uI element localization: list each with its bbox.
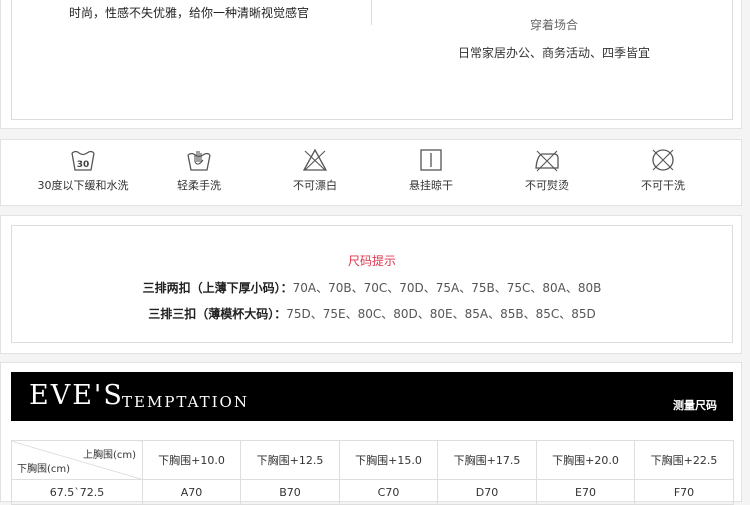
tagline: 时尚，性感不失优雅，给你一种清晰视觉感官	[69, 6, 310, 20]
size-tips-row-1: 三排两扣（上薄下厚小码）：70A、70B、70C、70D、75A、75B、75C…	[12, 279, 732, 296]
care-label: 悬挂晾干	[409, 179, 453, 192]
table-cell: E70	[536, 479, 635, 505]
intro-panel: 时尚，性感不失优雅，给你一种清晰视觉感官 穿着场合 日常家居办公、商务活动、四季…	[0, 0, 742, 129]
brand-banner: EVE'S TEMPTATION 测量尺码	[11, 372, 733, 421]
care-label: 30度以下缓和水洗	[37, 179, 129, 192]
table-row-range: 67.5`72.5	[11, 479, 143, 505]
table-header: 下胸围+22.5	[634, 440, 734, 480]
table-header: 下胸围+15.0	[339, 440, 438, 480]
row-1-label: 三排两扣（上薄下厚小码）：	[142, 281, 293, 295]
hand-wash-icon	[187, 151, 211, 171]
care-item-wash-30: 30 30度以下缓和水洗	[25, 148, 141, 193]
divider	[371, 0, 372, 25]
table-header: 下胸围+10.0	[142, 440, 241, 480]
wash-30-icon: 30	[71, 150, 95, 171]
size-tips-panel: 尺码提示 三排两扣（上薄下厚小码）：70A、70B、70C、70D、75A、75…	[0, 215, 742, 354]
corner-top-label: 上胸围(cm)	[82, 450, 136, 461]
care-label: 不可漂白	[293, 179, 337, 192]
table-header-row: 上胸围(cm) 下胸围(cm) 下胸围+10.0 下胸围+12.5 下胸围+15…	[11, 440, 734, 480]
care-panel: 30 30度以下缓和水洗 轻柔手洗 不可漂白 悬挂晾干 不可熨烫 不可干洗	[0, 139, 742, 206]
no-bleach-icon	[302, 148, 328, 171]
care-item-no-bleach: 不可漂白	[257, 148, 373, 193]
no-dry-clean-icon	[652, 149, 674, 171]
size-chart-panel: EVE'S TEMPTATION 测量尺码 上胸围(cm) 下胸围(cm) 下胸…	[0, 362, 742, 505]
care-item-no-iron: 不可熨烫	[489, 148, 605, 193]
size-table: 上胸围(cm) 下胸围(cm) 下胸围+10.0 下胸围+12.5 下胸围+15…	[11, 440, 734, 505]
care-label: 不可干洗	[641, 179, 685, 192]
measure-size-label: 测量尺码	[673, 399, 717, 412]
care-item-no-dry-clean: 不可干洗	[605, 148, 721, 193]
corner-bottom-label: 下胸围(cm)	[17, 464, 71, 475]
care-item-hang-dry: 悬挂晾干	[373, 148, 489, 193]
care-item-hand-wash: 轻柔手洗	[141, 148, 257, 193]
table-row: 67.5`72.5 A70 B70 C70 D70 E70 F70	[11, 479, 734, 505]
table-corner-cell: 上胸围(cm) 下胸围(cm)	[11, 440, 143, 480]
row-2-values: 75D、75E、80C、80D、80E、85A、85B、85C、85D	[286, 307, 596, 321]
size-tips-title: 尺码提示	[347, 254, 396, 268]
care-label: 不可熨烫	[525, 179, 569, 192]
care-label: 轻柔手洗	[177, 179, 221, 192]
table-cell: B70	[240, 479, 340, 505]
brand-logo-sub: TEMPTATION	[122, 393, 249, 411]
occasion-text: 日常家居办公、商务活动、四季皆宜	[458, 46, 651, 60]
row-2-label: 三排三扣（薄模杯大码）：	[148, 307, 287, 321]
table-header: 下胸围+20.0	[536, 440, 635, 480]
table-header: 下胸围+12.5	[240, 440, 340, 480]
table-cell: D70	[437, 479, 537, 505]
no-iron-icon	[535, 150, 559, 172]
svg-text:30: 30	[77, 160, 90, 170]
table-cell: F70	[634, 479, 734, 505]
brand-logo-main: EVE'S	[29, 380, 124, 411]
size-tips-row-2: 三排三扣（薄模杯大码）：75D、75E、80C、80D、80E、85A、85B、…	[12, 305, 732, 322]
table-header: 下胸围+17.5	[437, 440, 537, 480]
intro-frame: 时尚，性感不失优雅，给你一种清晰视觉感官 穿着场合 日常家居办公、商务活动、四季…	[11, 0, 733, 120]
size-tips-frame: 尺码提示 三排两扣（上薄下厚小码）：70A、70B、70C、70D、75A、75…	[11, 225, 733, 343]
occasion-title: 穿着场合	[530, 18, 579, 32]
row-1-values: 70A、70B、70C、70D、75A、75B、75C、80A、80B	[292, 281, 602, 295]
table-cell: A70	[142, 479, 241, 505]
hang-dry-icon	[420, 149, 442, 171]
table-cell: C70	[339, 479, 438, 505]
